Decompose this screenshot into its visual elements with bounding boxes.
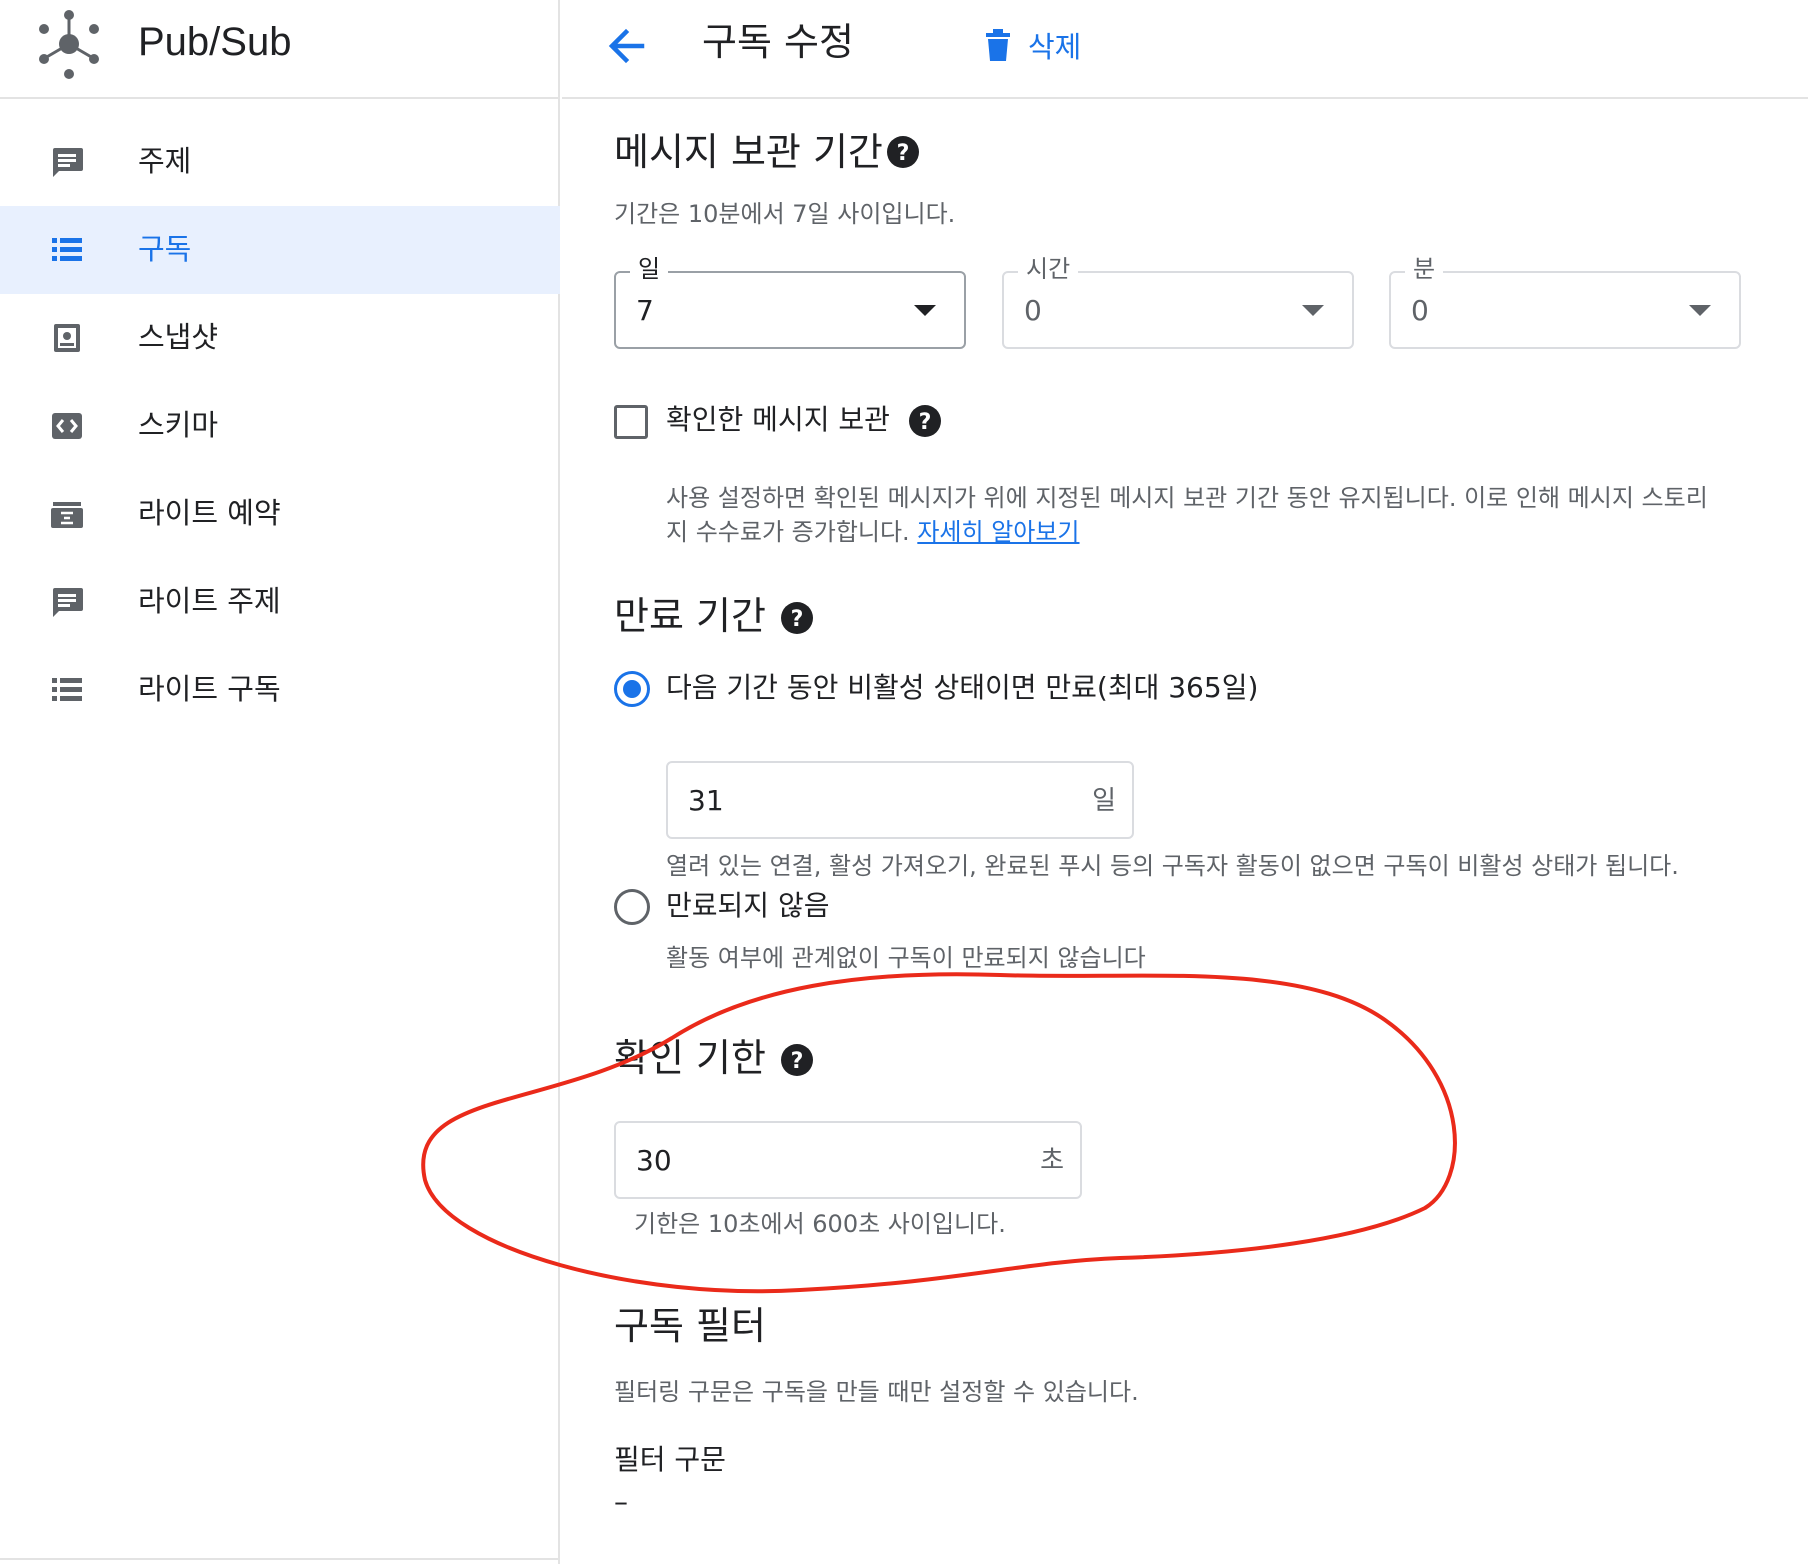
svg-text:?: ? (897, 141, 910, 166)
dropdown-arrow-icon (1689, 305, 1711, 316)
edit-subscription-form: 메시지 보관 기간 ? 기간은 10분에서 7일 사이입니다. 일 7 시간 0… (562, 101, 1808, 1564)
expiration-days-value: 31 (688, 784, 724, 817)
message-icon (53, 148, 83, 177)
help-icon[interactable]: ? (886, 135, 920, 169)
sidebar: Pub/Sub 주제 구독 스냅샷 스키마 라이트 예약 라이트 주제 라이트 … (0, 0, 560, 1564)
delete-button[interactable]: 삭제 (982, 20, 1081, 70)
pubsub-logo-icon (39, 10, 99, 79)
never-expire-radio[interactable] (614, 889, 650, 925)
sidebar-item-label: 구독 (138, 232, 192, 266)
retain-acked-desc-line2: 지 수수료가 증가합니다. (666, 518, 918, 546)
expiration-days-input[interactable]: 31 일 (666, 761, 1134, 839)
svg-text:?: ? (791, 607, 804, 632)
days-label: 일 (630, 253, 669, 285)
retention-hours-select[interactable]: 시간 0 (1002, 253, 1354, 349)
days-value: 7 (636, 294, 654, 327)
sidebar-item-label: 스키마 (138, 408, 219, 442)
expiration-heading: 만료 기간 (614, 594, 766, 638)
retain-acked-checkbox[interactable] (614, 405, 648, 439)
trash-icon (986, 29, 1010, 61)
sidebar-item-lite-topics[interactable]: 라이트 주제 (0, 558, 560, 646)
sidebar-item-label: 라이트 주제 (138, 584, 281, 618)
back-arrow-icon[interactable] (602, 20, 662, 72)
dropdown-arrow-icon (1302, 305, 1324, 316)
sidebar-item-lite-reservations[interactable]: 라이트 예약 (0, 470, 560, 558)
help-icon[interactable]: ? (908, 404, 942, 438)
sidebar-item-snapshots[interactable]: 스냅샷 (0, 294, 560, 382)
help-icon[interactable]: ? (780, 1043, 814, 1077)
sidebar-item-lite-subscriptions[interactable]: 라이트 구독 (0, 646, 560, 734)
never-expire-hint: 활동 여부에 관계없이 구독이 만료되지 않습니다 (666, 944, 1146, 972)
list-icon (52, 678, 82, 701)
filter-hint: 필터링 구문은 구독을 만들 때만 설정할 수 있습니다. (614, 1378, 1139, 1406)
hours-label: 시간 (1018, 253, 1079, 285)
minutes-label: 분 (1405, 253, 1444, 285)
app-title: Pub/Sub (138, 20, 292, 64)
ack-deadline-hint: 기한은 10초에서 600초 사이입니다. (634, 1210, 1006, 1238)
help-icon[interactable]: ? (780, 601, 814, 635)
retention-heading: 메시지 보관 기간 (614, 130, 883, 174)
expiration-hint: 열려 있는 연결, 활성 가져오기, 완료된 푸시 등의 구독자 활동이 없으면… (666, 852, 1679, 880)
sidebar-divider (0, 1558, 560, 1560)
expire-radio[interactable] (614, 671, 650, 707)
sidebar-header: Pub/Sub (0, 0, 560, 99)
expiration-days-suffix: 일 (1092, 786, 1116, 816)
retention-minutes-select[interactable]: 분 0 (1389, 253, 1741, 349)
snapshot-icon (54, 324, 80, 352)
sidebar-item-label: 스냅샷 (138, 320, 219, 354)
ack-deadline-value: 30 (636, 1144, 672, 1177)
schema-icon (52, 413, 82, 439)
ack-deadline-input[interactable]: 30 초 (614, 1121, 1082, 1199)
delete-label: 삭제 (1028, 30, 1082, 64)
retention-days-select[interactable]: 일 7 (614, 253, 966, 349)
svg-text:?: ? (791, 1049, 804, 1074)
learn-more-link[interactable]: 자세히 알아보기 (917, 518, 1079, 546)
ack-deadline-heading: 확인 기한 (614, 1036, 766, 1080)
list-icon (52, 238, 82, 261)
dropdown-arrow-icon (914, 305, 936, 316)
never-expire-label: 만료되지 않음 (666, 889, 830, 922)
retain-acked-description: 사용 설정하면 확인된 메시지가 위에 지정된 메시지 보관 기간 동안 유지됩… (666, 481, 1786, 549)
reservation-icon (51, 502, 83, 528)
svg-text:?: ? (919, 410, 932, 435)
retain-acked-label: 확인한 메시지 보관 (666, 403, 890, 436)
sidebar-item-label: 라이트 예약 (138, 496, 281, 530)
filter-syntax-value: – (614, 1485, 628, 1518)
sidebar-item-label: 주제 (138, 144, 192, 178)
sidebar-item-label: 라이트 구독 (138, 672, 281, 706)
message-icon (53, 588, 83, 617)
hours-value: 0 (1024, 294, 1042, 327)
minutes-value: 0 (1411, 294, 1429, 327)
expire-option-label: 다음 기간 동안 비활성 상태이면 만료(최대 365일) (666, 671, 1259, 704)
filter-syntax-label: 필터 구문 (614, 1443, 726, 1476)
sidebar-item-subscriptions[interactable]: 구독 (0, 206, 560, 294)
retention-hint: 기간은 10분에서 7일 사이입니다. (614, 200, 956, 228)
retain-acked-desc-line1: 사용 설정하면 확인된 메시지가 위에 지정된 메시지 보관 기간 동안 유지됩… (666, 484, 1708, 512)
filter-heading: 구독 필터 (614, 1304, 766, 1348)
sidebar-item-topics[interactable]: 주제 (0, 118, 560, 206)
page-header: 구독 수정 삭제 (562, 0, 1808, 99)
page-title: 구독 수정 (702, 20, 854, 64)
sidebar-item-schemas[interactable]: 스키마 (0, 382, 560, 470)
ack-deadline-suffix: 초 (1040, 1146, 1064, 1176)
